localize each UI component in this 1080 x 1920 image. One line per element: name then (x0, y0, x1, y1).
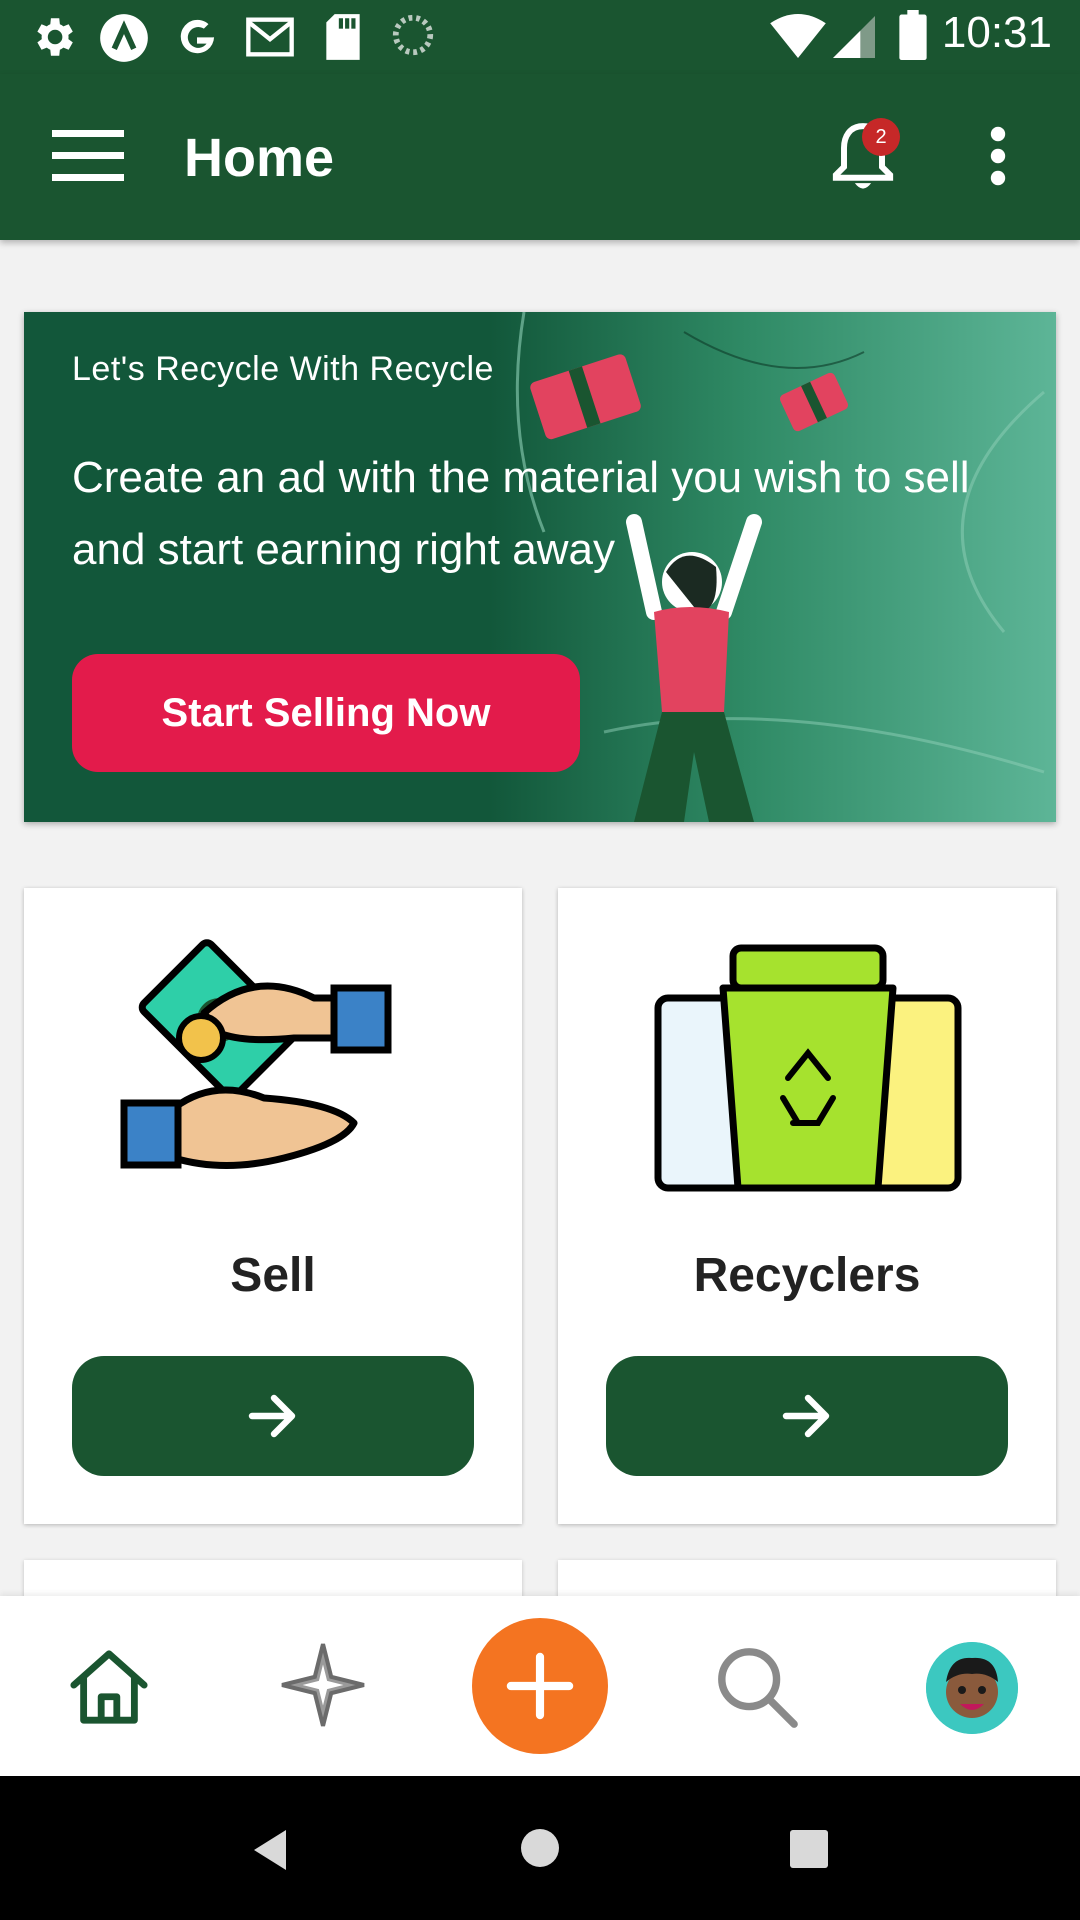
recycle-bins-icon (654, 944, 962, 1192)
app-a-icon (100, 14, 148, 62)
sd-card-icon (326, 14, 360, 60)
sell-card[interactable]: Sell (24, 888, 522, 1524)
recyclers-arrow-button[interactable] (606, 1356, 1008, 1476)
notification-badge: 2 (862, 118, 900, 156)
cash-hands-icon (120, 939, 392, 1169)
avatar[interactable] (926, 1642, 1018, 1734)
arrow-right-icon (248, 1394, 296, 1438)
more-vert-icon[interactable] (980, 126, 1016, 186)
arrow-right-icon (782, 1394, 830, 1438)
banner-headline: Create an ad with the material you wish … (72, 453, 970, 574)
page-title: Home (184, 128, 335, 188)
cell-signal-icon (833, 16, 875, 58)
loading-icon (392, 14, 434, 56)
sell-label: Sell (230, 1249, 316, 1302)
promo-banner: Let's Recycle With Recycle Create an ad … (24, 312, 1056, 822)
google-icon (180, 19, 215, 54)
home-circle-icon[interactable] (520, 1828, 560, 1868)
gmail-icon (246, 17, 294, 57)
status-time: 10:31 (941, 8, 1052, 57)
add-button[interactable] (472, 1618, 608, 1754)
battery-icon (899, 10, 927, 60)
search-icon[interactable] (714, 1644, 800, 1730)
explore-icon[interactable] (278, 1640, 368, 1730)
sell-arrow-button[interactable] (72, 1356, 474, 1476)
recyclers-label: Recyclers (693, 1249, 921, 1302)
start-selling-button[interactable]: Start Selling Now (72, 654, 580, 772)
recyclers-card[interactable]: Recyclers (558, 888, 1056, 1524)
avatar-illustration (926, 1642, 1018, 1734)
status-bar: 10:31 (0, 0, 1080, 74)
recents-icon[interactable] (790, 1830, 828, 1868)
back-icon[interactable] (250, 1828, 290, 1872)
banner-eyebrow: Let's Recycle With Recycle (72, 350, 494, 388)
settings-icon (37, 18, 73, 56)
app-bar: Home 2 (0, 74, 1080, 240)
home-icon[interactable] (66, 1646, 152, 1728)
system-nav-bar (0, 1776, 1080, 1920)
add-icon (506, 1652, 574, 1720)
wifi-icon (770, 14, 826, 58)
menu-icon[interactable] (52, 126, 124, 186)
